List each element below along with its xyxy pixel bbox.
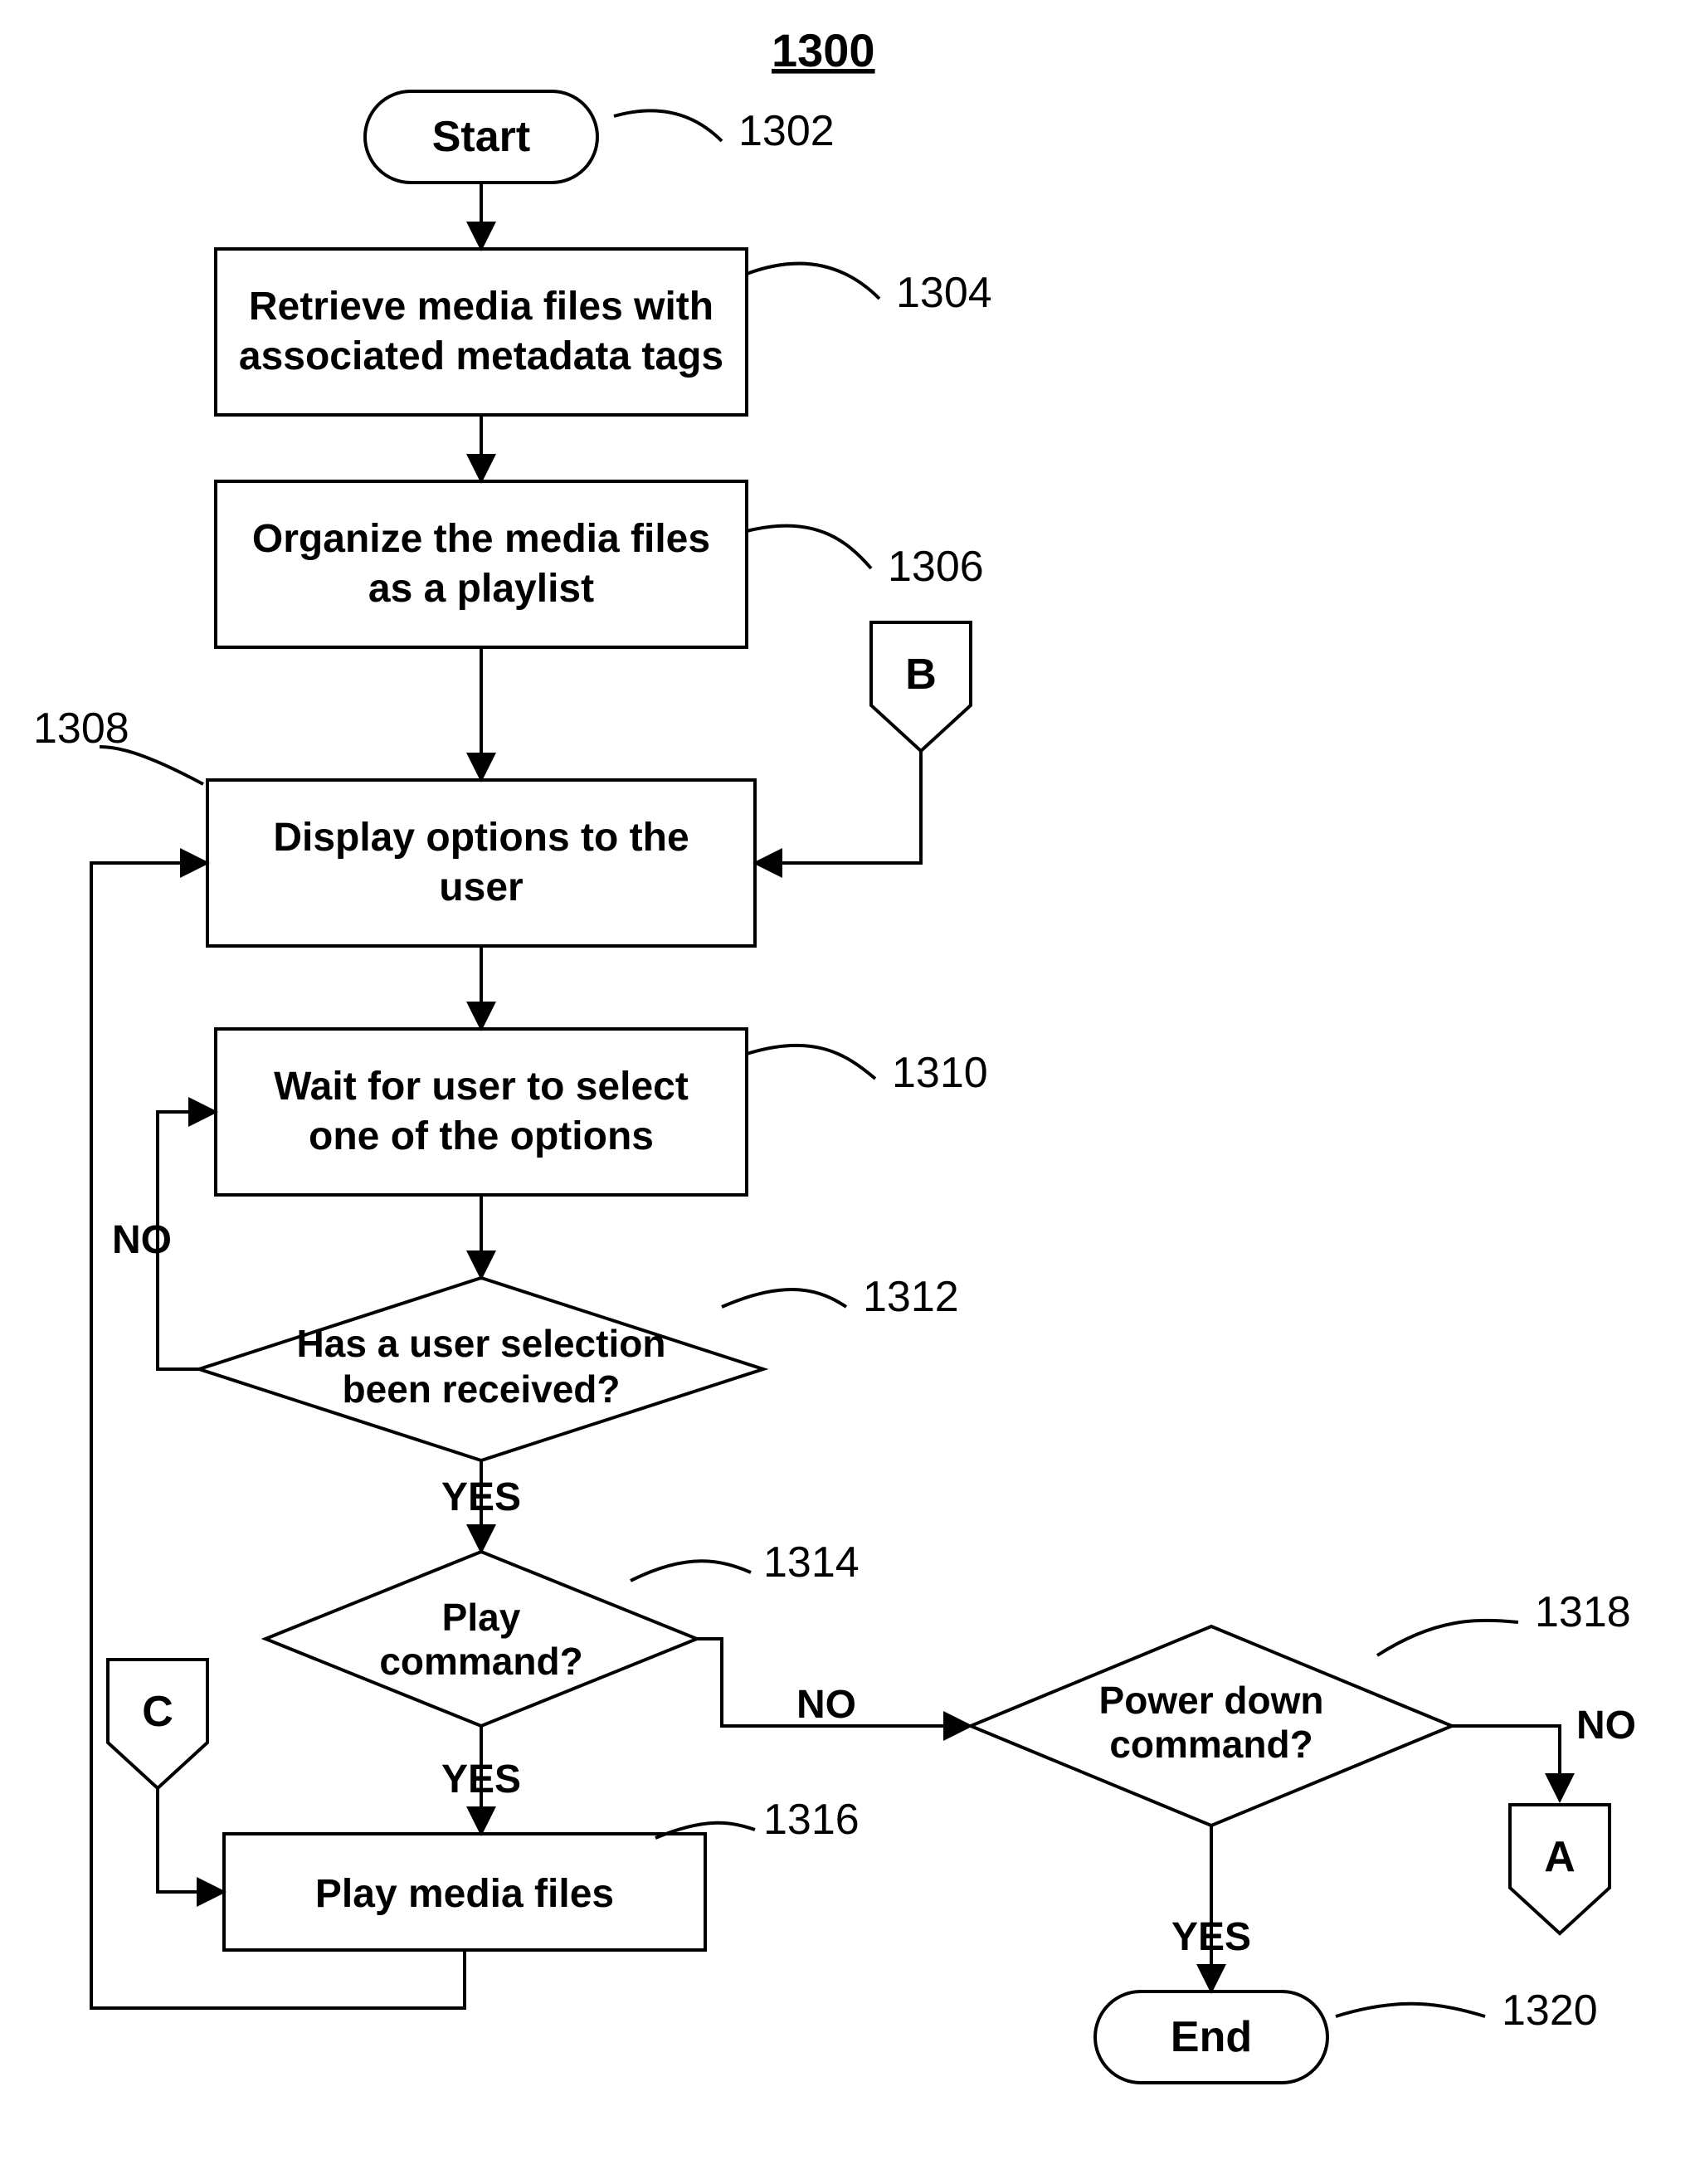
figure-number: 1300	[772, 24, 875, 76]
label-1318-yes: YES	[1171, 1915, 1251, 1959]
svg-text:associated metadata tags: associated metadata tags	[239, 334, 723, 378]
svg-text:Play: Play	[442, 1596, 521, 1639]
svg-text:Play media files: Play media files	[315, 1872, 614, 1916]
svg-text:End: End	[1171, 2013, 1252, 2061]
svg-text:C: C	[142, 1688, 173, 1736]
flowchart-diagram: 1300 Start 1302 Retrieve media files wit…	[0, 0, 1690, 2184]
svg-text:command?: command?	[1109, 1723, 1313, 1766]
svg-text:Has a user selection: Has a user selection	[297, 1322, 666, 1365]
ref-1316: 1316	[763, 1796, 860, 1844]
svg-text:one of the options: one of the options	[309, 1114, 654, 1158]
svg-text:Start: Start	[432, 113, 530, 161]
ref-1314: 1314	[763, 1538, 860, 1587]
ref-1308: 1308	[33, 704, 129, 753]
node-start: Start	[365, 91, 597, 183]
ref-1310: 1310	[892, 1049, 988, 1097]
svg-text:command?: command?	[379, 1640, 582, 1683]
label-1314-no: NO	[796, 1683, 856, 1727]
label-1318-no: NO	[1576, 1704, 1636, 1748]
edge-c-1316	[158, 1788, 224, 1892]
svg-text:as a playlist: as a playlist	[368, 567, 594, 611]
svg-text:Display options to the: Display options to the	[273, 816, 689, 860]
svg-text:B: B	[905, 651, 937, 699]
ref-1318: 1318	[1535, 1588, 1631, 1636]
node-end: End	[1095, 1991, 1327, 2083]
ref-1306: 1306	[888, 543, 984, 591]
svg-text:Power down: Power down	[1099, 1679, 1324, 1722]
connector-c: C	[108, 1660, 207, 1788]
svg-text:user: user	[439, 865, 523, 909]
connector-b: B	[871, 622, 971, 751]
node-1304: Retrieve media files with associated met…	[0, 0, 747, 415]
node-1318: Power down command? Power down command?	[0, 0, 1452, 1826]
node-1308: Display options to the user Display opti…	[0, 0, 755, 946]
node-1316: Play media files	[224, 1834, 705, 1950]
connector-a: A	[1510, 1805, 1610, 1933]
svg-text:Retrieve media files with: Retrieve media files with	[249, 285, 714, 329]
label-1312-yes: YES	[441, 1475, 521, 1519]
label-1312-no: NO	[112, 1218, 172, 1262]
svg-text:Wait for user to select: Wait for user to select	[274, 1065, 689, 1109]
edge-1318-no	[1452, 1726, 1560, 1801]
ref-1304: 1304	[896, 269, 992, 317]
svg-text:Organize the media files: Organize the media files	[252, 517, 710, 561]
svg-text:been received?: been received?	[343, 1367, 621, 1411]
ref-1302: 1302	[738, 107, 835, 155]
svg-text:A: A	[1544, 1833, 1576, 1881]
ref-1320: 1320	[1502, 1987, 1598, 2035]
label-1314-yes: YES	[441, 1757, 521, 1801]
ref-1312: 1312	[863, 1273, 959, 1321]
edge-b-1308	[755, 751, 921, 863]
